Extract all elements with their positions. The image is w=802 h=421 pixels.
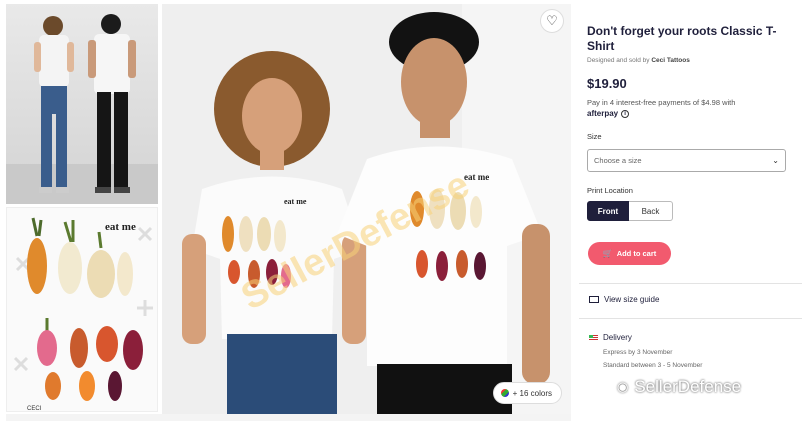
veggie-design-illustration: eat me CECI	[13, 217, 153, 412]
color-swatch-icon	[500, 389, 509, 397]
add-to-cart-label: Add to cart	[616, 249, 657, 258]
designed-prefix: Designed and sold by	[587, 57, 650, 64]
thumbnail-back-view[interactable]	[6, 4, 158, 204]
man-shirt-text: eat me	[464, 172, 489, 182]
wechat-icon: ◉	[617, 379, 629, 394]
size-guide-label: View size guide	[604, 295, 660, 304]
thumbnail-column: eat me CECI	[6, 4, 158, 415]
colors-badge-label: + 16 colors	[512, 388, 552, 398]
flag-icon	[589, 334, 598, 341]
design-signature: CECI	[27, 406, 42, 412]
design-text: eat me	[105, 221, 136, 233]
designed-by-line: Designed and sold by Ceci Tattoos	[587, 57, 690, 64]
delivery-header: Delivery	[589, 333, 632, 342]
installment-text: Pay in 4 interest-free payments of $4.98…	[587, 98, 736, 107]
delivery-title: Delivery	[603, 333, 632, 342]
ruler-icon	[589, 296, 599, 303]
print-location-label: Print Location	[587, 186, 633, 195]
delivery-standard: Standard between 3 - 5 November	[603, 362, 703, 369]
size-select[interactable]: Choose a size ⌄	[587, 149, 786, 172]
product-info-panel: Don't forget your roots Classic T-Shirt …	[579, 0, 802, 421]
print-location-toggle: Front Back	[587, 201, 673, 221]
main-product-image[interactable]: eat me eat me ♡ + 16 colors	[162, 4, 571, 414]
print-back-button[interactable]: Back	[629, 201, 673, 221]
designer-link[interactable]: Ceci Tattoos	[651, 57, 690, 64]
size-select-value: Choose a size	[594, 156, 642, 165]
gallery-bottom-strip	[6, 414, 571, 421]
size-label: Size	[587, 132, 602, 141]
watermark-brand-text: SellerDefense	[634, 377, 742, 396]
product-title: Don't forget your roots Classic T-Shirt	[587, 24, 777, 53]
thumbnail-design[interactable]: eat me CECI	[6, 207, 158, 412]
afterpay-row: afterpay i	[587, 109, 630, 118]
divider	[579, 318, 802, 319]
afterpay-logo: afterpay	[587, 109, 619, 118]
heart-icon: ♡	[546, 13, 558, 28]
delivery-express: Express by 3 November	[603, 349, 673, 356]
watermark-brand: ◉ SellerDefense	[617, 377, 741, 397]
woman-shirt-text: eat me	[284, 197, 307, 206]
models-illustration: eat me eat me	[162, 4, 571, 414]
chevron-down-icon: ⌄	[772, 156, 779, 165]
people-back-illustration	[34, 14, 136, 193]
favorite-heart-button[interactable]: ♡	[540, 9, 564, 33]
cart-icon: 🛒	[602, 249, 613, 258]
print-front-button[interactable]: Front	[587, 201, 629, 221]
colors-badge[interactable]: + 16 colors	[492, 382, 562, 404]
size-guide-link[interactable]: View size guide	[589, 295, 659, 304]
info-icon[interactable]: i	[621, 109, 630, 118]
add-to-cart-button[interactable]: 🛒 Add to cart	[588, 242, 671, 265]
product-price: $19.90	[587, 76, 627, 91]
divider	[579, 283, 802, 284]
product-page: eat me CECI eat me eat me ♡ + 16 colors …	[0, 0, 802, 421]
